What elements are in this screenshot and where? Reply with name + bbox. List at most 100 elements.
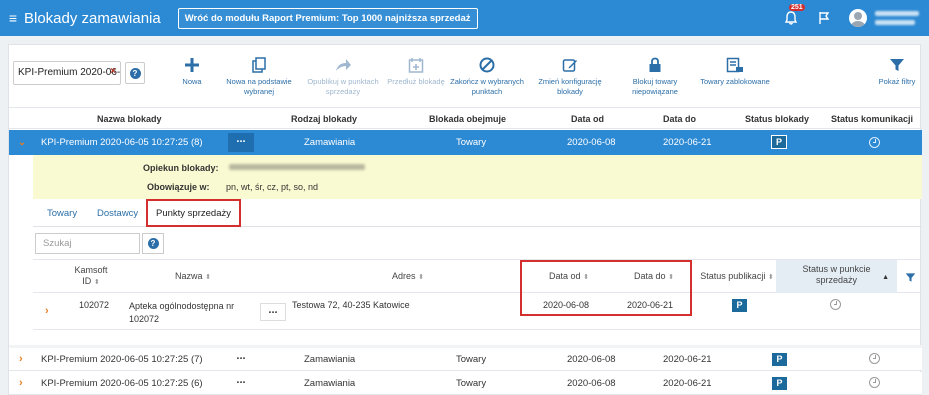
calendar-plus-icon (408, 58, 424, 73)
app-title: Blokady zamawiania (24, 9, 161, 27)
main-panel: KPI-Premium 2020-06-0 × ? Nowa Nowa na p… (8, 44, 922, 395)
notifications-bell-icon[interactable]: 251 (783, 4, 805, 26)
expand-chevron-icon[interactable]: › (19, 377, 23, 389)
row-actions-button[interactable]: ... (228, 374, 254, 393)
col-status-in-point[interactable]: Status w punkcie sprzedaży ▲ (776, 260, 897, 293)
valid-days-label: Obowiązuje w: (147, 182, 210, 192)
menu-icon[interactable]: ≡ (4, 11, 22, 25)
col-kamsoft-id[interactable]: Kamsoft ID ⬍ (71, 265, 111, 288)
row-actions-button[interactable]: ... (228, 350, 254, 369)
row-date-to: 2020-06-21 (663, 137, 712, 148)
tab-suppliers[interactable]: Dostawcy (97, 208, 138, 219)
blockade-row[interactable]: › KPI-Premium 2020-06-05 10:27:25 (7) ..… (9, 348, 922, 371)
col-address[interactable]: Adres ⬍ (378, 271, 438, 283)
pos-name: Apteka ogólnodostępna nr 102072 (129, 300, 234, 326)
row-actions-button[interactable]: ... (228, 133, 254, 152)
guardian-value-redacted (229, 164, 365, 170)
copy-icon (252, 57, 266, 73)
end-label-1: Zakończ w wybranych (450, 77, 524, 86)
col-publication-status[interactable]: Status publikacji ⬍ (697, 271, 777, 283)
col-communication-status[interactable]: Status komunikacji (831, 114, 913, 124)
new-from-selected-button[interactable]: Nowa na podstawie wybranej (223, 57, 295, 97)
selector-value: KPI-Premium 2020-06-0 (18, 67, 121, 78)
sort-icon: ⬍ (767, 274, 774, 281)
user-avatar[interactable] (849, 9, 867, 27)
row-scope: Towary (456, 137, 487, 148)
pos-date-to: 2020-06-21 (627, 300, 674, 310)
blocked-goods-button[interactable]: Towary zablokowane (697, 57, 773, 87)
tab-points-of-sale[interactable]: Punkty sprzedaży (146, 199, 241, 227)
row-type: Zamawiania (304, 354, 356, 365)
point-of-sale-row[interactable]: › 102072 Apteka ogólnodostępna nr 102072… (33, 294, 922, 330)
user-name-redacted[interactable] (875, 7, 921, 29)
guardian-label: Opiekun blokady: (143, 163, 219, 173)
filter-icon (890, 59, 904, 71)
clear-selector-icon[interactable]: × (110, 66, 116, 77)
sort-icon: ⬍ (418, 274, 424, 281)
date-from-label: Data od (549, 271, 581, 281)
col-date-to[interactable]: Data do ⬍ (623, 271, 685, 283)
change-config-button[interactable]: Zmień konfigurację blokady (536, 57, 604, 97)
published-status-badge: P (771, 135, 787, 149)
col-blockade-scope[interactable]: Blokada obejmuje (429, 114, 506, 124)
config-label-2: blokady (557, 87, 583, 96)
tab-goods[interactable]: Towary (47, 208, 77, 219)
clock-icon (869, 353, 880, 364)
expand-chevron-icon[interactable]: › (45, 305, 49, 317)
pos-published-badge: P (732, 299, 747, 312)
row-date-to: 2020-06-21 (663, 354, 712, 365)
new-from-selected-label-1: Nowa na podstawie (226, 77, 292, 86)
flag-icon[interactable] (817, 11, 831, 25)
expand-chevron-icon[interactable]: › (19, 353, 23, 365)
subgrid-filter-icon[interactable] (905, 272, 916, 285)
blockade-selector[interactable]: KPI-Premium 2020-06-0 × (13, 61, 121, 85)
help-icon: ? (147, 238, 159, 249)
sort-icon: ⬍ (205, 274, 211, 281)
extend-blockade-button[interactable]: Przedłuż blokadę (387, 57, 445, 87)
show-filters-button[interactable]: Pokaż filtry (875, 57, 919, 87)
end-in-points-button[interactable]: Zakończ w wybranych punktach (450, 57, 524, 97)
block-unlinked-button[interactable]: Blokuj towary niepowiązane (622, 57, 688, 97)
selected-blockade-row[interactable]: ⌄ KPI-Premium 2020-06-05 10:27:25 (8) ..… (9, 130, 922, 155)
detail-tabs: Towary Dostawcy Punkty sprzedaży (33, 199, 922, 227)
pkt-status-label-2: sprzedaży (815, 275, 858, 285)
ban-icon (479, 57, 495, 73)
subgrid-search-input[interactable]: Szukaj (35, 233, 140, 254)
publish-button[interactable]: Opublikuj w punktach sprzedaży (307, 57, 379, 97)
col-name[interactable]: Nazwa ⬍ (163, 271, 223, 283)
top-bar: ≡ Blokady zamawiania Wróć do modułu Rapo… (0, 0, 929, 36)
col-blockade-type[interactable]: Rodzaj blokady (291, 114, 357, 124)
new-button[interactable]: Nowa (174, 57, 210, 87)
subgrid-help-button[interactable]: ? (142, 233, 164, 254)
plus-icon (185, 58, 199, 72)
sort-icon: ⬍ (668, 274, 674, 281)
kamsoft-id-label-1: Kamsoft (74, 265, 108, 275)
pos-name-line-2: 102072 (129, 314, 160, 324)
clock-icon (830, 299, 841, 310)
publish-label-2: sprzedaży (325, 87, 361, 96)
blocked-goods-label: Towary zablokowane (700, 77, 770, 86)
pos-actions-button[interactable]: ... (260, 303, 286, 321)
back-to-report-button[interactable]: Wróć do modułu Raport Premium: Top 1000 … (177, 7, 478, 29)
kamsoft-id-label-2: ID (82, 276, 92, 286)
lock-icon (649, 57, 661, 72)
publish-label-1: Opublikuj w punktach (307, 77, 379, 86)
row-date-from: 2020-06-08 (567, 378, 616, 389)
col-date-from[interactable]: Data od (571, 114, 604, 124)
list-lock-icon (726, 57, 743, 73)
col-date-to[interactable]: Data do (663, 114, 696, 124)
edit-icon (562, 59, 577, 72)
clock-icon (869, 377, 880, 388)
col-date-from[interactable]: Data od ⬍ (538, 271, 600, 283)
col-blockade-status[interactable]: Status blokady (745, 114, 809, 124)
help-button[interactable]: ? (125, 62, 145, 84)
collapse-chevron-icon[interactable]: ⌄ (18, 137, 26, 148)
blockade-details: Opiekun blokady: Obowiązuje w: pn, wt, ś… (33, 155, 922, 199)
row-scope: Towary (456, 354, 487, 365)
sort-asc-icon: ▲ (882, 274, 889, 281)
date-to-label: Data do (634, 271, 666, 281)
row-date-to: 2020-06-21 (663, 378, 712, 389)
row-date-from: 2020-06-08 (567, 137, 616, 148)
col-blockade-name[interactable]: Nazwa blokady (97, 114, 162, 124)
blockade-row[interactable]: › KPI-Premium 2020-06-05 10:27:25 (6) ..… (9, 372, 922, 395)
